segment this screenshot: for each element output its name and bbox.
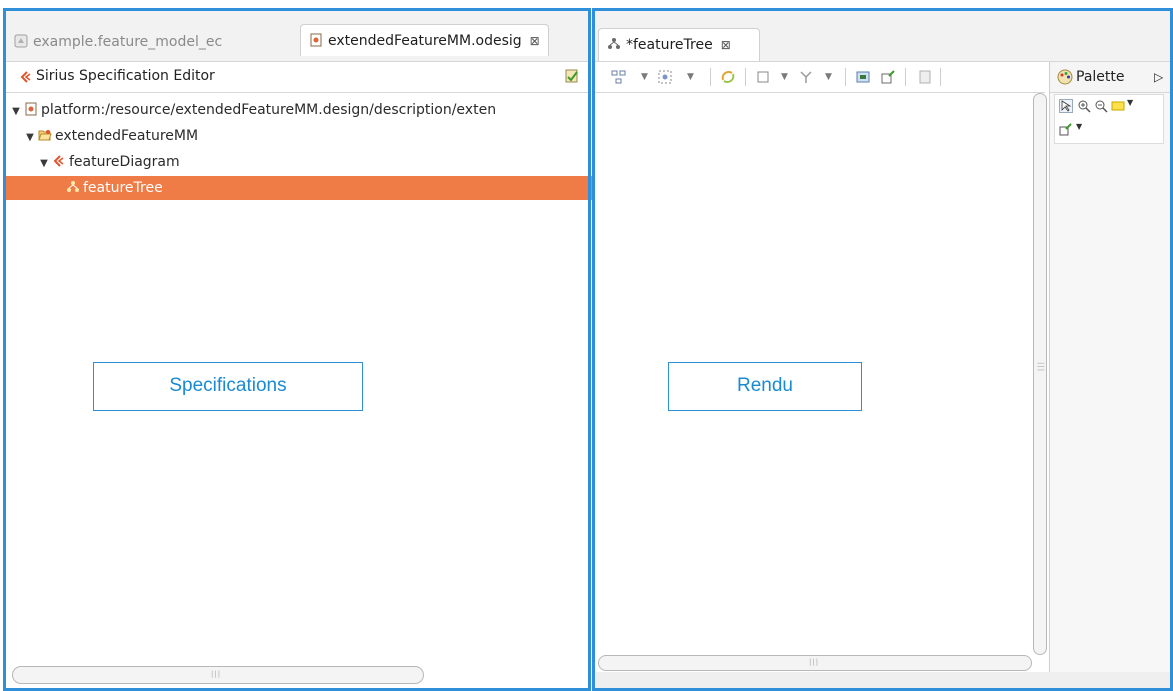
rendu-annotation: Rendu xyxy=(668,362,862,411)
specifications-annotation: Specifications xyxy=(93,362,363,411)
rendu-frame xyxy=(592,8,1173,691)
specifications-frame xyxy=(3,8,591,691)
